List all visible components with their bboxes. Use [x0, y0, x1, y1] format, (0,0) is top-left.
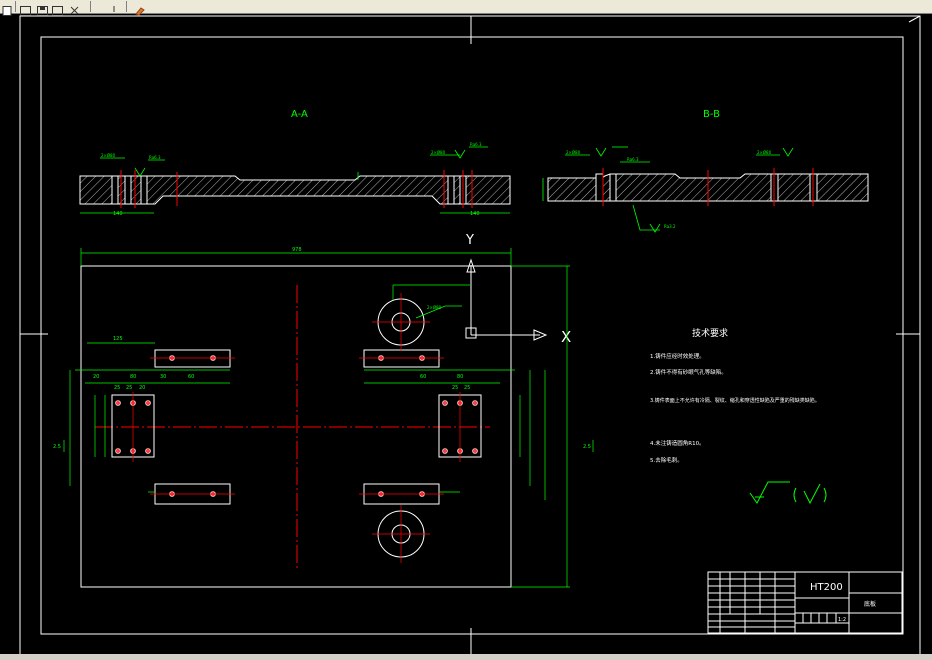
cursor-icon[interactable] [109, 1, 120, 12]
title-material: HT200 [810, 582, 843, 593]
callout-hole-a2: 2×Ø80 [431, 150, 446, 155]
roughness-a1: Ra6.3 [149, 155, 161, 160]
section-a-profile: 140 140 2×Ø80 Ra6.3 2×Ø80 Ra6.3 [79, 142, 511, 217]
sheet-outer-border [19, 15, 921, 654]
section-a-label: A-A [291, 109, 308, 120]
dim-140-right: 140 [470, 211, 480, 217]
view-arrows [465, 258, 548, 341]
tech-req-item-2: 2.铸件不得有砂眼气孔等缺陷。 [650, 368, 727, 376]
callout-hole-a1: 2×Ø80 [101, 153, 116, 158]
centering-marks [20, 15, 921, 654]
dim-25c: 25 [452, 385, 458, 391]
dim-60b: 60 [420, 374, 426, 380]
open-file-icon[interactable] [20, 1, 31, 16]
copy-icon[interactable] [52, 1, 63, 16]
callout-hole-plan: 2×Ø80 [427, 305, 442, 310]
tech-req-item-4: 4.未注铸造圆角R10。 [650, 439, 705, 447]
dim-80a: 80 [130, 374, 136, 380]
dim-20a: 20 [93, 374, 99, 380]
dim-20b: 20 [139, 385, 145, 391]
dim-overall-width: 978 [292, 247, 302, 253]
close-icon[interactable] [69, 1, 80, 15]
new-file-icon[interactable] [2, 1, 13, 16]
view-x-label: X [561, 328, 571, 346]
dim-25a: 25 [114, 385, 120, 391]
section-b-profile: 2×Ø80 Ra6.3 2×Ø80 Ra3.2 [542, 146, 869, 233]
dim-140-left: 140 [113, 211, 123, 217]
roughness-b2: Ra3.2 [664, 224, 676, 229]
dim-r-right: 2.5 [583, 444, 591, 450]
dim-r-left: 2.5 [53, 444, 61, 450]
cad-drawing-canvas[interactable]: A-A B-B 140 140 2×Ø80 Ra6.3 2×Ø80 Ra6.3 … [0, 13, 932, 654]
tech-req-item-5: 5.去除毛刺。 [650, 456, 683, 464]
tech-req-title: 技术要求 [692, 327, 728, 339]
toolbar [0, 0, 932, 16]
view-y-label: Y [465, 233, 474, 248]
save-icon[interactable] [37, 1, 48, 16]
status-bar [0, 654, 932, 660]
tech-req-item-1: 1.铸件应经时效处理。 [650, 352, 705, 360]
roughness-b1: Ra6.3 [627, 157, 639, 162]
tech-req-item-3: 3.铸件表面上不允许有冷隔、裂纹、缩孔和穿透性缺陷及严重的残缺类缺陷。 [650, 397, 820, 404]
dim-25d: 25 [464, 385, 470, 391]
roughness-a2: Ra6.3 [470, 142, 482, 147]
dimension-lines [63, 248, 594, 588]
dim-30: 30 [160, 374, 166, 380]
dim-80b: 80 [457, 374, 463, 380]
dim-25b: 25 [126, 385, 132, 391]
callout-hole-b2: 2×Ø80 [757, 150, 772, 155]
callout-hole-b1: 2×Ø80 [566, 150, 581, 155]
dim-60a: 60 [188, 374, 194, 380]
roughness-symbol [749, 481, 827, 505]
toolbar-separator [15, 1, 16, 12]
toolbar-separator [126, 1, 127, 12]
technical-requirements: 技术要求 1.铸件应经时效处理。 2.铸件不得有砂眼气孔等缺陷。 3.铸件表面上… [650, 327, 820, 464]
paint-icon[interactable] [135, 1, 146, 16]
toolbar-separator [90, 1, 91, 12]
title-scale: 1:2 [838, 617, 846, 623]
title-part-name: 底板 [864, 600, 876, 608]
dim-125: 125 [113, 336, 123, 342]
section-b-label: B-B [703, 109, 720, 120]
